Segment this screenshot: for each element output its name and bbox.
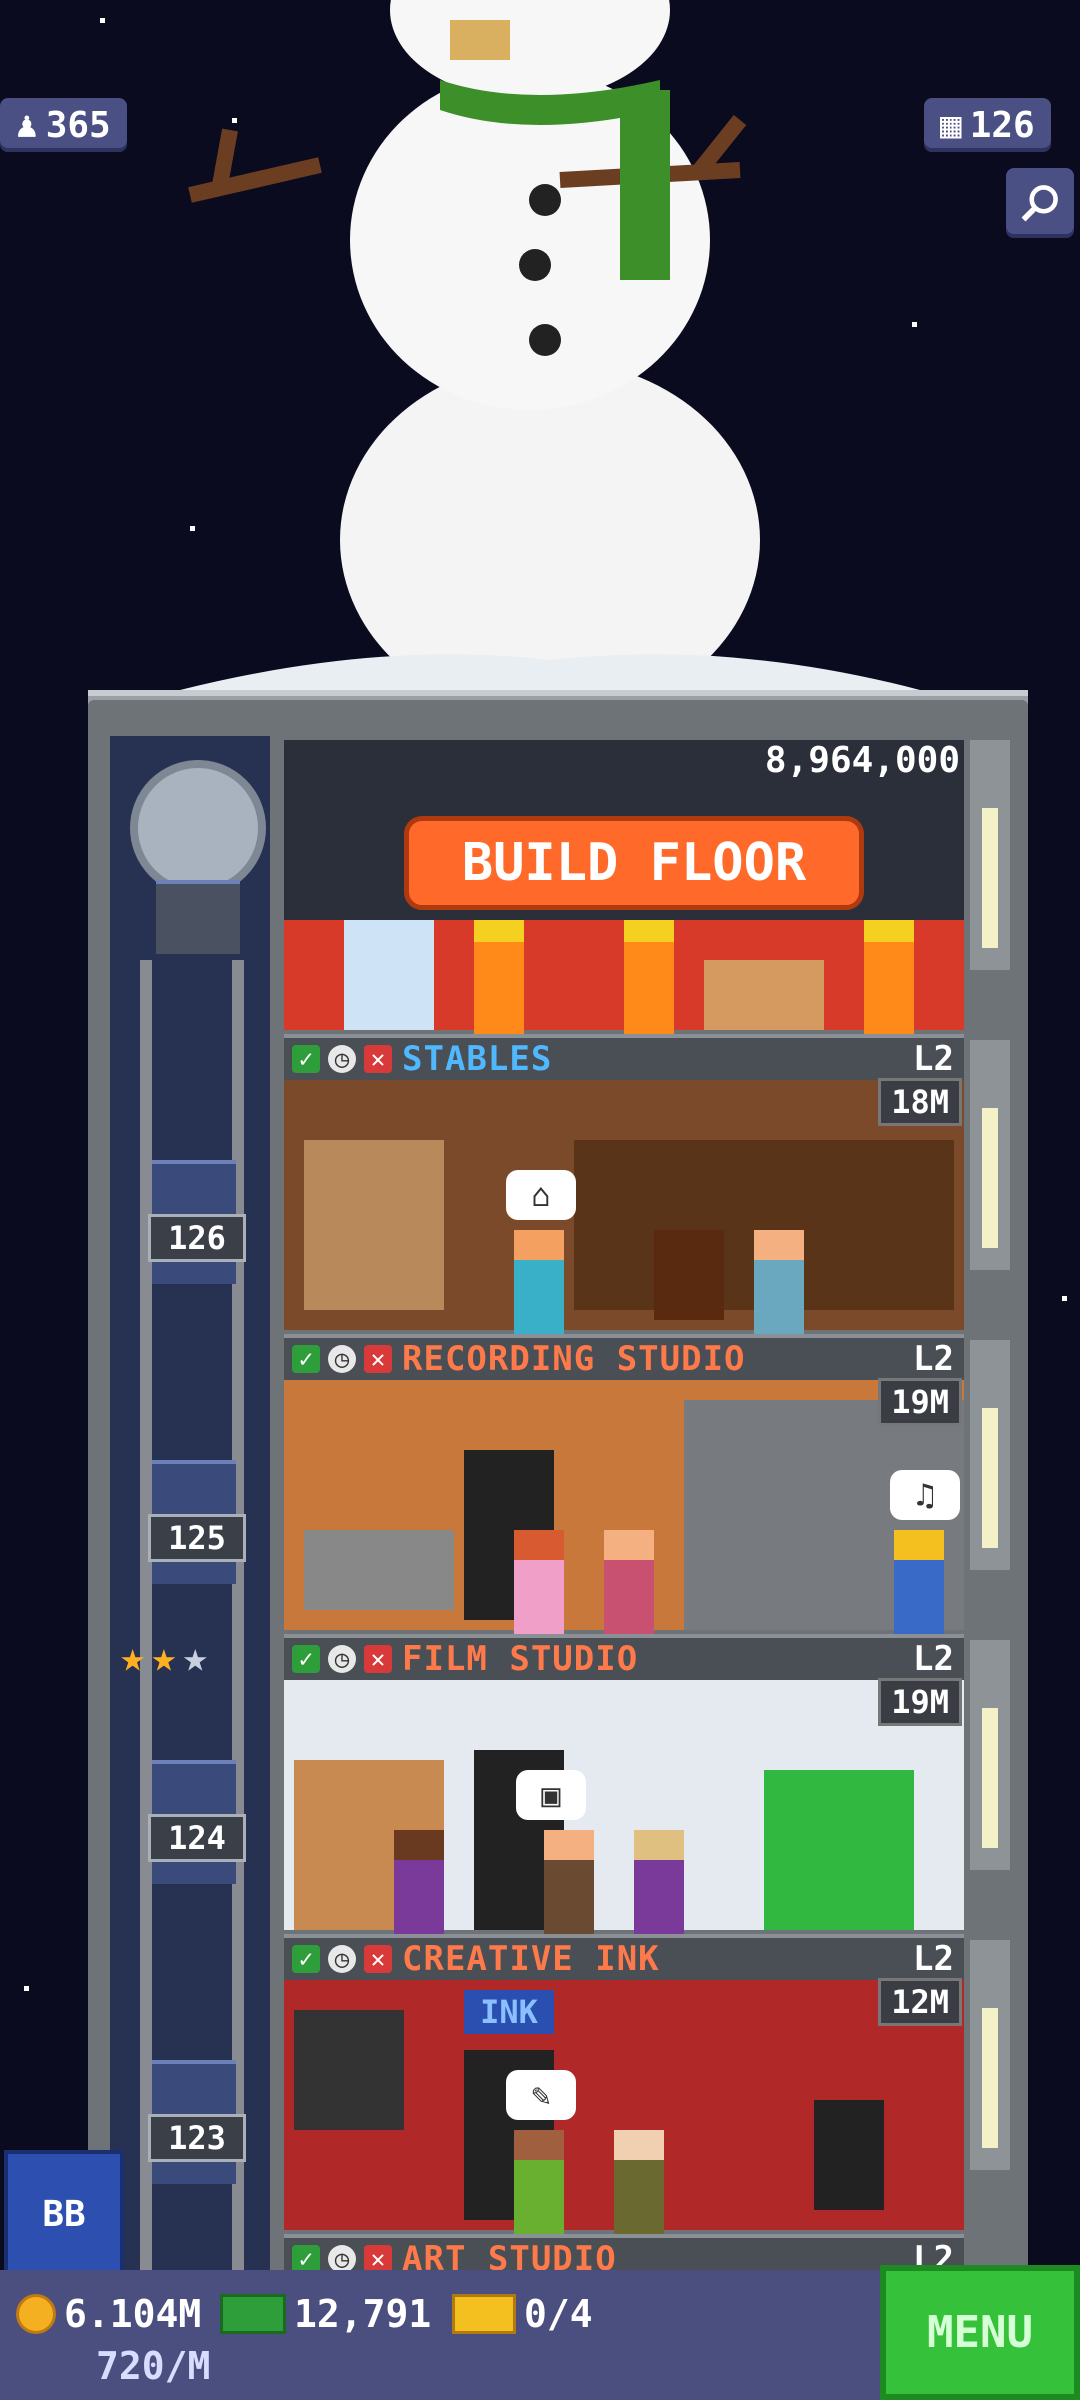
menu-label: MENU [927, 2307, 1033, 2358]
music-note-bubble: ♫ [890, 1470, 960, 1520]
pen-icon: ✎ [506, 2070, 576, 2120]
check-icon: ✓ [292, 1045, 320, 1073]
floors-icon: ▦ [940, 104, 962, 146]
check-icon: ✓ [292, 1645, 320, 1673]
star-filled-icon: ★ [120, 1632, 146, 1681]
menu-button[interactable]: MENU [880, 2265, 1080, 2400]
floor-count-value: 126 [969, 104, 1035, 146]
elevator-floor-number: 124 [148, 1814, 246, 1862]
clock-icon: ◷ [328, 1645, 356, 1673]
wall-light [982, 2008, 998, 2148]
check-icon: ✓ [292, 2245, 320, 2273]
ticket-icon [452, 2294, 516, 2334]
coins-rate-value: 720/M [96, 2344, 211, 2388]
floor-name: CREATIVE INK [402, 1939, 660, 1979]
construction-floor[interactable]: 8,964,000 BUILD FLOOR [284, 740, 964, 1042]
bux-value: 12,791 [294, 2292, 432, 2336]
check-icon: ✓ [292, 1345, 320, 1373]
check-icon: ✓ [292, 1945, 320, 1973]
coins-rate: 720/M [96, 2344, 210, 2388]
bitbook-label: BB [42, 2193, 86, 2235]
floor-price: 19M [878, 1678, 962, 1726]
tickets-stat[interactable]: 0/4 [452, 2292, 593, 2336]
build-cost: 8,964,000 [764, 740, 960, 781]
hat-icon: ⌂ [506, 1170, 576, 1220]
search-icon [1021, 185, 1058, 222]
close-icon: ✕ [364, 2245, 392, 2273]
search-button[interactable] [1006, 168, 1074, 238]
clock-icon: ◷ [328, 1045, 356, 1073]
close-icon: ✕ [364, 1945, 392, 1973]
floor-name: RECORDING STUDIO [402, 1339, 746, 1379]
film-studio-room[interactable]: ▣ [284, 1680, 964, 1960]
tickets-value: 0/4 [524, 2292, 593, 2336]
elevator-rail [140, 960, 152, 2280]
crate [704, 960, 824, 1030]
elevator-floor-number: 126 [148, 1214, 246, 1262]
floor-level: L2 [913, 1339, 954, 1379]
horse [654, 1230, 724, 1320]
green-screen [764, 1770, 914, 1930]
floor-name: FILM STUDIO [402, 1639, 639, 1679]
mixing-desk [304, 1530, 454, 1610]
floor-header[interactable]: ✓ ◷ ✕ RECORDING STUDIO L2 [284, 1334, 964, 1380]
coin-icon [16, 2294, 56, 2334]
elevator-cab[interactable] [156, 880, 240, 954]
floor-header[interactable]: ✓ ◷ ✕ CREATIVE INK L2 [284, 1934, 964, 1980]
display-cabinet [294, 2010, 404, 2130]
bux-icon [220, 2294, 286, 2334]
wall-light [982, 1108, 998, 1248]
elevator-floor-number: 125 [148, 1514, 246, 1562]
star [100, 18, 105, 23]
star [1062, 1296, 1067, 1301]
close-icon: ✕ [364, 1645, 392, 1673]
population-counter[interactable]: ♟ 365 [0, 98, 127, 152]
clock-icon: ◷ [328, 1345, 356, 1373]
star-filled-icon: ★ [151, 1632, 177, 1681]
floor-level: L2 [913, 1939, 954, 1979]
shelf [304, 1140, 444, 1310]
stables-room[interactable]: ⌂ [284, 1080, 964, 1360]
elevator-pulley [130, 760, 266, 896]
floor-level: L2 [913, 1639, 954, 1679]
worker [864, 920, 914, 1042]
elevator-floor-number: 123 [148, 2114, 246, 2162]
elevator-rating: ★ ★ ★ [120, 1632, 208, 1681]
floor-name: STABLES [402, 1039, 553, 1079]
coins-stat[interactable]: 6.104M [16, 2292, 201, 2336]
tattoo-chair [814, 2100, 884, 2210]
floor-header[interactable]: ✓ ◷ ✕ FILM STUDIO L2 [284, 1634, 964, 1680]
worker [474, 920, 524, 1042]
floor-counter[interactable]: ▦ 126 [924, 98, 1051, 152]
coins-value: 6.104M [64, 2292, 202, 2336]
recording-studio-room[interactable]: ♫ [284, 1380, 964, 1660]
star-empty-icon: ★ [182, 1632, 208, 1681]
ink-sign: INK [464, 1990, 554, 2034]
glass-panel [344, 920, 434, 1030]
film-icon: ▣ [516, 1770, 586, 1820]
wall-light [982, 808, 998, 948]
floor-price: 12M [878, 1978, 962, 2026]
close-icon: ✕ [364, 1045, 392, 1073]
build-floor-label: BUILD FLOOR [461, 833, 807, 893]
clock-icon: ◷ [328, 1945, 356, 1973]
population-icon: ♟ [16, 104, 38, 146]
clock-icon: ◷ [328, 2245, 356, 2273]
floor-price: 19M [878, 1378, 962, 1426]
floor-price: 18M [878, 1078, 962, 1126]
bitbook-button[interactable]: BB [4, 2150, 124, 2278]
star [24, 1986, 29, 1991]
build-floor-button[interactable]: BUILD FLOOR [404, 816, 864, 910]
close-icon: ✕ [364, 1345, 392, 1373]
worker [624, 920, 674, 1042]
wall-light [982, 1408, 998, 1548]
creative-ink-room[interactable]: INK ✎ [284, 1980, 964, 2260]
floor-level: L2 [913, 1039, 954, 1079]
floor-header[interactable]: ✓ ◷ ✕ STABLES L2 [284, 1034, 964, 1080]
snowman-decoration [180, 0, 920, 720]
bux-stat[interactable]: 12,791 [220, 2292, 431, 2336]
population-value: 365 [45, 104, 111, 146]
wall-light [982, 1708, 998, 1848]
